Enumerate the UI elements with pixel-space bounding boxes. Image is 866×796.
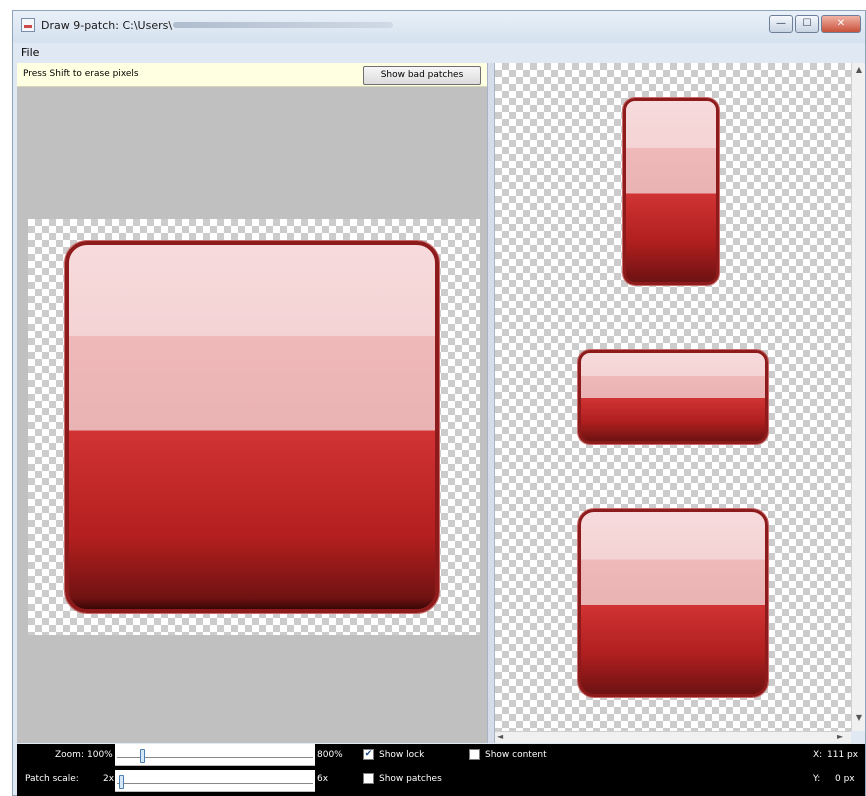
minimize-button[interactable]: — (769, 15, 793, 33)
patch-scale-slider[interactable] (115, 770, 315, 792)
show-lock-checkbox[interactable]: ✔ (363, 749, 374, 760)
show-patches-label[interactable]: Show patches (379, 774, 442, 784)
zoom-slider-track (117, 757, 313, 758)
zoom-label: Zoom: (55, 750, 84, 760)
show-content-checkbox[interactable] (469, 749, 480, 760)
show-lock-label[interactable]: Show lock (379, 750, 424, 760)
scroll-down-icon[interactable]: ▼ (852, 713, 866, 725)
patch-scale-min-label: 2x (103, 774, 115, 784)
window-title: Draw 9-patch: C:\Users\ (41, 19, 173, 32)
app-icon (21, 18, 35, 32)
menu-file[interactable]: File (21, 46, 39, 59)
menu-bar: File (13, 43, 865, 63)
zoom-slider[interactable] (115, 744, 315, 766)
y-coord-label: Y: (813, 774, 821, 784)
preview-panel (495, 63, 851, 731)
x-coord-value: 111 px (827, 750, 859, 760)
status-bar: Zoom: 100% 800% Patch scale: 2x 6x ✔ Sho… (17, 744, 865, 796)
patch-scale-slider-thumb[interactable] (119, 775, 124, 789)
hint-text: Press Shift to erase pixels (23, 69, 139, 79)
show-content-label[interactable]: Show content (485, 750, 547, 760)
x-coord-label: X: (813, 750, 823, 760)
zoom-min-label: 100% (87, 750, 113, 760)
show-patches-checkbox[interactable] (363, 773, 374, 784)
nine-patch-image[interactable] (65, 241, 439, 613)
editor-panel: Press Shift to erase pixels Show bad pat… (17, 63, 487, 743)
zoom-slider-thumb[interactable] (139, 749, 145, 763)
title-bar[interactable]: Draw 9-patch: C:\Users\ — ☐ ✕ (13, 11, 865, 43)
redacted-path (173, 22, 393, 28)
zoom-max-label: 800% (317, 750, 343, 760)
y-coord-value: 0 px (835, 774, 855, 784)
close-button[interactable]: ✕ (821, 15, 861, 33)
preview-square (578, 509, 768, 697)
maximize-button[interactable]: ☐ (795, 15, 819, 33)
preview-vertical-scrollbar[interactable]: ▲ ▼ (851, 63, 865, 731)
preview-tall (623, 98, 719, 285)
split-divider[interactable] (487, 63, 495, 743)
show-bad-patches-button[interactable]: Show bad patches (363, 66, 481, 85)
editor-canvas[interactable] (28, 219, 480, 635)
preview-horizontal-scrollbar[interactable]: ◄ ► (495, 731, 851, 743)
scroll-up-icon[interactable]: ▲ (852, 65, 866, 77)
hint-bar: Press Shift to erase pixels Show bad pat… (17, 63, 487, 87)
scroll-right-icon[interactable]: ► (837, 732, 849, 744)
patch-scale-label: Patch scale: (25, 774, 79, 784)
scroll-left-icon[interactable]: ◄ (497, 732, 509, 744)
patch-scale-max-label: 6x (317, 774, 329, 784)
preview-wide (578, 350, 768, 444)
app-window: Draw 9-patch: C:\Users\ — ☐ ✕ File Press… (12, 10, 866, 796)
patch-scale-slider-track (117, 783, 313, 784)
